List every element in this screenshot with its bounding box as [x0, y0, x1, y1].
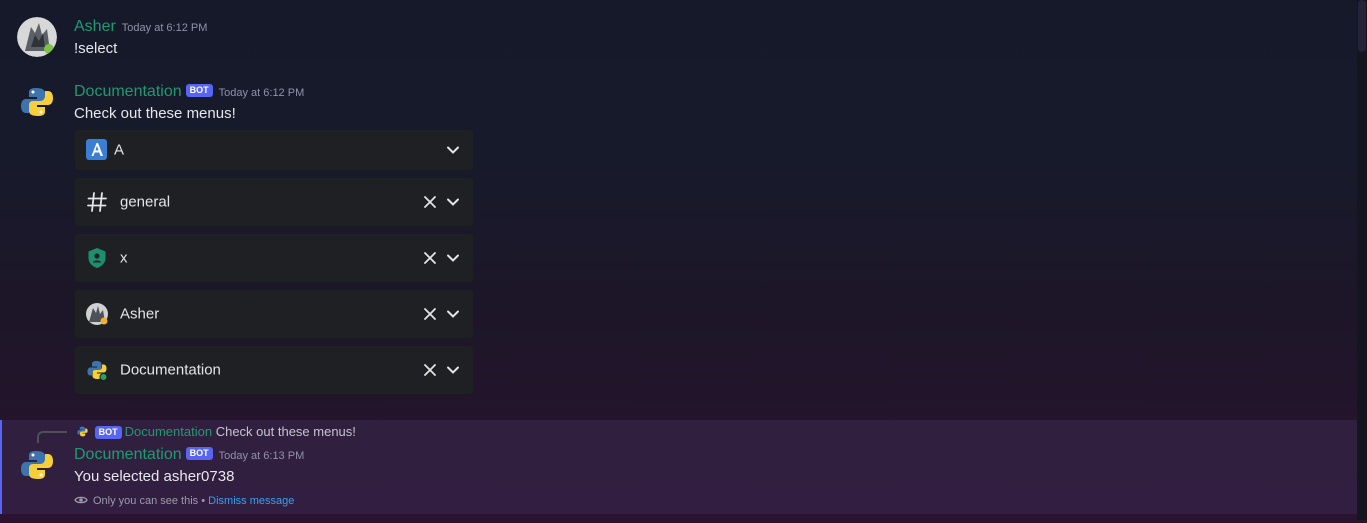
clear-selection-icon[interactable]	[423, 195, 437, 209]
clear-selection-icon[interactable]	[423, 363, 437, 377]
channel-select-menu[interactable]: general	[74, 177, 474, 227]
message-timestamp: Today at 6:13 PM	[218, 450, 305, 462]
clear-selection-icon[interactable]	[423, 251, 437, 265]
chevron-down-icon[interactable]	[446, 195, 460, 209]
author-name[interactable]: Documentation	[74, 446, 182, 463]
reply-reference[interactable]: BOT Documentation Check out these menus!	[76, 424, 356, 439]
mentionable-select-menu[interactable]: Documentation	[74, 345, 474, 395]
python-logo-icon	[85, 358, 109, 382]
select-value: Asher	[120, 305, 160, 323]
clear-selection-icon[interactable]	[423, 307, 437, 321]
reply-content[interactable]: Check out these menus!	[216, 424, 356, 439]
chevron-down-icon[interactable]	[446, 251, 460, 265]
user-select-menu[interactable]: Asher	[74, 289, 474, 339]
select-value: Documentation	[120, 361, 221, 379]
message-timestamp: Today at 6:12 PM	[218, 87, 305, 99]
python-logo-icon[interactable]	[17, 445, 57, 485]
role-shield-icon	[85, 246, 109, 270]
select-value: x	[120, 249, 128, 267]
python-logo-icon	[76, 425, 89, 438]
ephemeral-notice: Only you can see this • Dismiss message	[74, 495, 294, 507]
message-author[interactable]: Documentation BOT Today at 6:13 PM	[74, 446, 304, 464]
message-author[interactable]: Documentation BOT Today at 6:12 PM	[74, 83, 304, 101]
scrollbar-thumb[interactable]	[1358, 0, 1366, 52]
author-name[interactable]: Documentation	[74, 83, 182, 100]
notice-separator: •	[201, 495, 206, 507]
role-letter-a-icon	[85, 138, 109, 162]
select-value: A	[114, 141, 125, 159]
reply-author[interactable]: Documentation	[125, 424, 212, 439]
bot-badge: BOT	[94, 426, 122, 439]
message-content: Check out these menus!	[74, 105, 236, 122]
scrollbar-track[interactable]	[1357, 0, 1367, 520]
notice-text: Only you can see this	[93, 495, 199, 507]
channel-hash-icon	[85, 190, 109, 214]
message-content: You selected asher0738	[74, 468, 235, 485]
chevron-down-icon[interactable]	[446, 143, 460, 157]
select-value: general	[120, 193, 171, 211]
message-documentation: Documentation BOT Today at 6:12 PM Check o…	[0, 0, 1357, 410]
chevron-down-icon[interactable]	[446, 307, 460, 321]
python-logo-icon[interactable]	[17, 82, 57, 122]
user-avatar-icon	[85, 302, 109, 326]
bot-badge: BOT	[185, 447, 213, 460]
reply-spine	[37, 431, 67, 443]
role-select-menu[interactable]: x	[74, 233, 474, 283]
role-select-menu[interactable]: A	[74, 129, 474, 171]
chevron-down-icon[interactable]	[446, 363, 460, 377]
eye-icon	[74, 495, 88, 505]
dismiss-message-link[interactable]: Dismiss message	[208, 495, 294, 507]
bot-badge: BOT	[185, 84, 213, 97]
